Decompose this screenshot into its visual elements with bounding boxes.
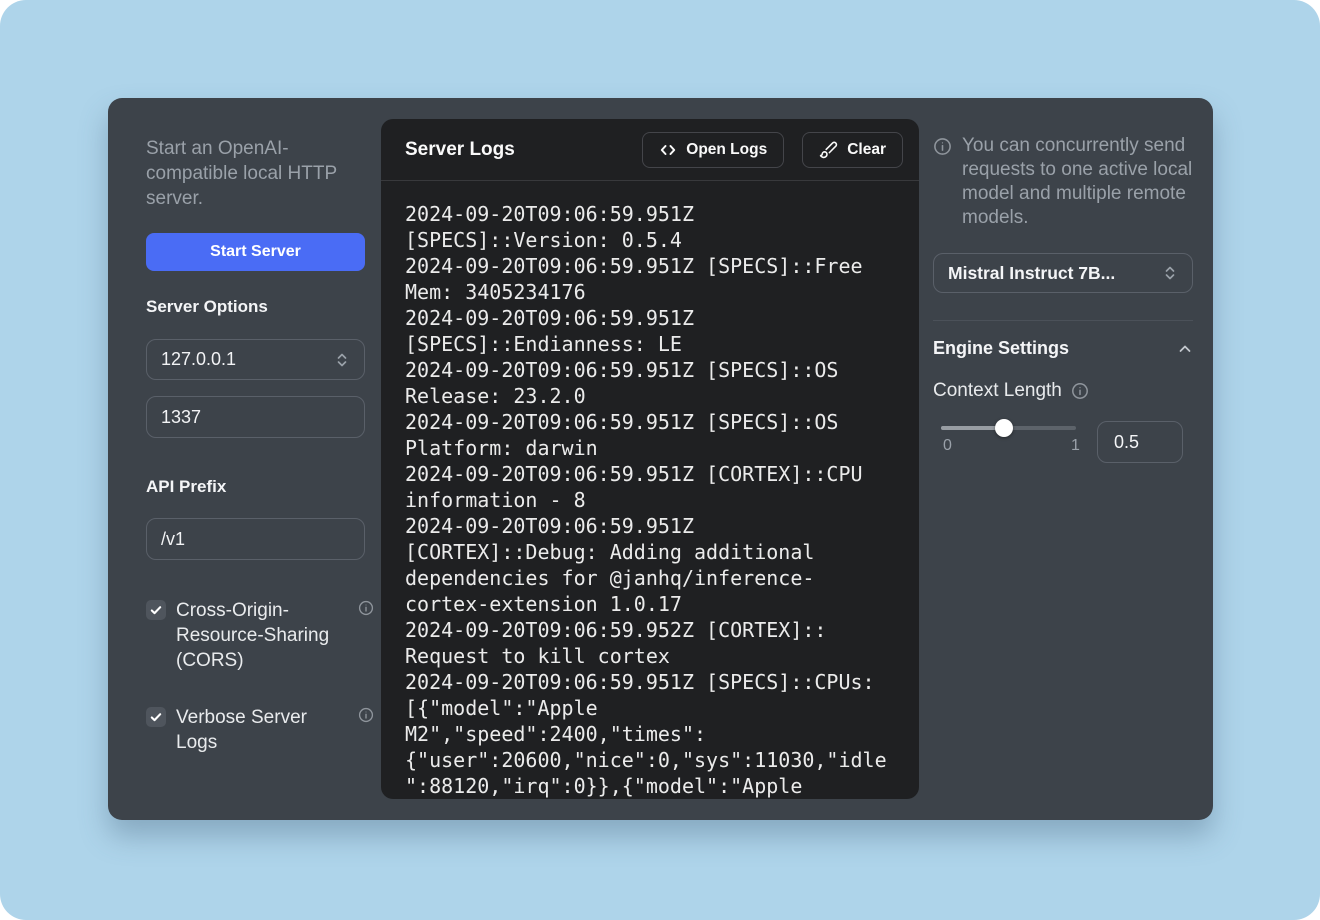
host-select[interactable]: 127.0.0.1 <box>146 339 365 380</box>
log-entry: 2024-09-20T09:06:59.951Z [CORTEX]::CPU i… <box>405 461 891 513</box>
local-server-panel: Start an OpenAI-compatible local HTTP se… <box>108 98 1213 820</box>
engine-settings-header[interactable]: Engine Settings <box>933 338 1193 359</box>
port-input[interactable]: 1337 <box>146 396 365 438</box>
cors-option-row: Cross-Origin-Resource-Sharing (CORS) <box>146 598 374 673</box>
context-length-value-input[interactable]: 0.5 <box>1097 421 1183 463</box>
cors-label: Cross-Origin-Resource-Sharing (CORS) <box>176 598 342 673</box>
info-circle-icon[interactable] <box>358 707 374 723</box>
model-select[interactable]: Mistral Instruct 7B... <box>933 253 1193 293</box>
concurrent-models-note: You can concurrently send requests to on… <box>933 134 1199 230</box>
paintbrush-icon <box>819 140 838 159</box>
api-prefix-input[interactable]: /v1 <box>146 518 365 560</box>
verbose-logs-label: Verbose Server Logs <box>176 705 342 755</box>
server-logs-output[interactable]: 2024-09-20T09:06:59.951Z [SPECS]::Versio… <box>381 181 919 799</box>
context-length-row: Context Length <box>933 380 1089 402</box>
log-entry: 2024-09-20T09:06:59.951Z [SPECS]::OS Rel… <box>405 357 891 409</box>
context-length-slider[interactable] <box>941 426 1076 430</box>
open-logs-button-label: Open Logs <box>686 141 767 159</box>
server-logs-panel: Server Logs Open Logs <box>381 119 919 799</box>
checkmark-icon <box>149 710 163 724</box>
server-description: Start an OpenAI-compatible local HTTP se… <box>146 136 376 211</box>
log-entry: 2024-09-20T09:06:59.951Z [SPECS]::CPUs: … <box>405 669 891 799</box>
slider-min-label: 0 <box>943 437 952 455</box>
context-length-value: 0.5 <box>1114 432 1139 453</box>
log-entry: 2024-09-20T09:06:59.951Z [SPECS]::Versio… <box>405 201 891 253</box>
clear-logs-button-label: Clear <box>847 141 886 159</box>
slider-max-label: 1 <box>1071 437 1080 455</box>
host-select-value: 127.0.0.1 <box>161 349 236 370</box>
start-server-button[interactable]: Start Server <box>146 233 365 271</box>
app-window: Start an OpenAI-compatible local HTTP se… <box>0 0 1320 920</box>
server-logs-header: Server Logs Open Logs <box>381 119 919 181</box>
verbose-logs-option-row: Verbose Server Logs <box>146 705 374 755</box>
api-prefix-heading: API Prefix <box>146 477 226 497</box>
concurrent-models-note-text: You can concurrently send requests to on… <box>962 134 1196 230</box>
api-prefix-input-value: /v1 <box>161 529 185 550</box>
log-entry: 2024-09-20T09:06:59.951Z [CORTEX]::Debug… <box>405 513 891 617</box>
checkmark-icon <box>149 603 163 617</box>
info-circle-icon <box>933 137 952 230</box>
chevron-up-icon[interactable] <box>1177 341 1193 357</box>
server-options-heading: Server Options <box>146 297 268 317</box>
model-select-value: Mistral Instruct 7B... <box>948 263 1115 284</box>
code-icon <box>659 141 677 159</box>
log-entry: 2024-09-20T09:06:59.952Z [CORTEX]:: Requ… <box>405 617 891 669</box>
chevron-up-down-icon <box>1162 265 1178 281</box>
info-circle-icon[interactable] <box>1071 382 1089 400</box>
engine-settings-title: Engine Settings <box>933 338 1069 359</box>
clear-logs-button[interactable]: Clear <box>802 132 903 168</box>
chevron-up-down-icon <box>334 352 350 368</box>
open-logs-button[interactable]: Open Logs <box>642 132 784 168</box>
context-length-slider-thumb[interactable] <box>995 419 1013 437</box>
cors-checkbox[interactable] <box>146 600 166 620</box>
server-logs-title: Server Logs <box>405 139 642 161</box>
right-column-divider <box>933 320 1193 321</box>
context-length-label: Context Length <box>933 380 1062 402</box>
port-input-value: 1337 <box>161 407 201 428</box>
log-entry: 2024-09-20T09:06:59.951Z [SPECS]::Endian… <box>405 305 891 357</box>
verbose-logs-checkbox[interactable] <box>146 707 166 727</box>
log-entry: 2024-09-20T09:06:59.951Z [SPECS]::OS Pla… <box>405 409 891 461</box>
log-entry: 2024-09-20T09:06:59.951Z [SPECS]::Free M… <box>405 253 891 305</box>
info-circle-icon[interactable] <box>358 600 374 616</box>
